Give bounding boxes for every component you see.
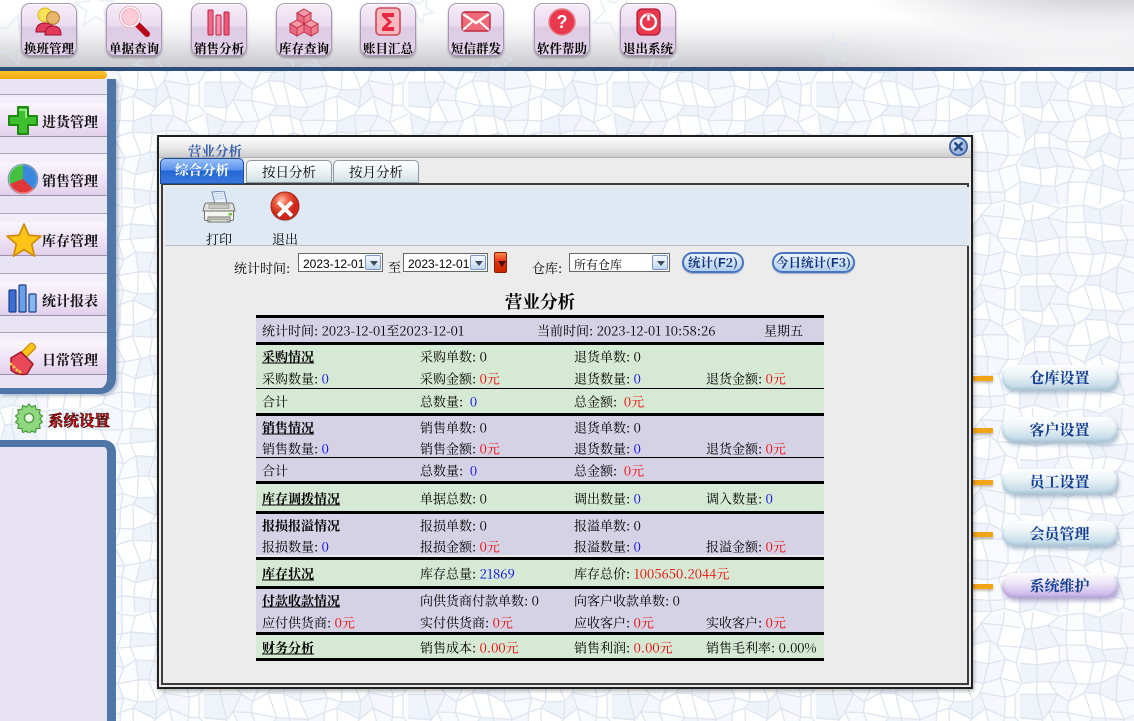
svg-text:?: ? xyxy=(557,12,568,32)
